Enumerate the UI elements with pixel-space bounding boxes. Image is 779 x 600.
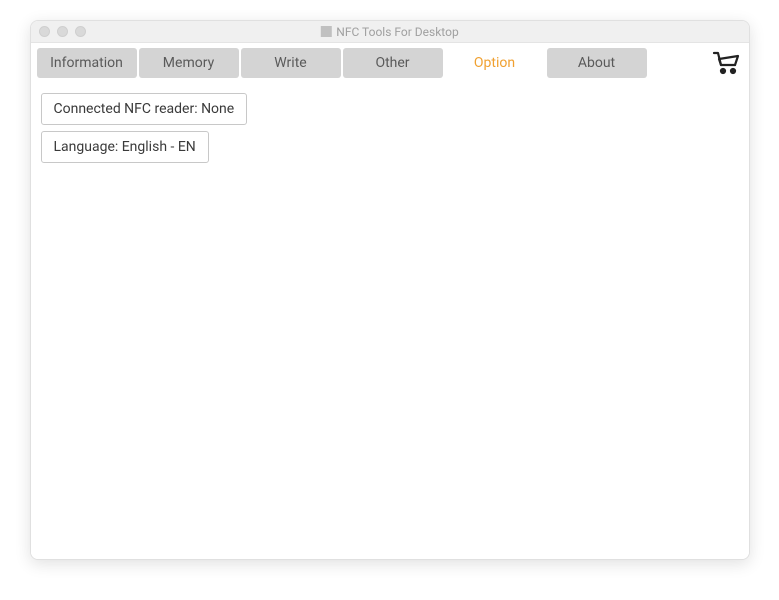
tab-option[interactable]: Option [445,48,545,78]
cart-icon [712,50,740,76]
cart-button[interactable] [709,48,743,78]
content-area: Connected NFC reader: None Language: Eng… [31,83,749,559]
tab-information[interactable]: Information [37,48,137,78]
window-controls [39,26,86,37]
tab-bar: Information Memory Write Other Option Ab… [31,43,749,83]
app-icon [320,26,331,37]
window-title: NFC Tools For Desktop [320,25,458,39]
nfc-reader-option-button[interactable]: Connected NFC reader: None [41,93,248,125]
language-option-button[interactable]: Language: English - EN [41,131,209,163]
tab-about[interactable]: About [547,48,647,78]
app-window: NFC Tools For Desktop Information Memory… [30,20,750,560]
minimize-window-button[interactable] [57,26,68,37]
tab-write[interactable]: Write [241,48,341,78]
window-title-text: NFC Tools For Desktop [336,25,458,39]
tab-other[interactable]: Other [343,48,443,78]
maximize-window-button[interactable] [75,26,86,37]
tab-memory[interactable]: Memory [139,48,239,78]
titlebar: NFC Tools For Desktop [31,21,749,43]
close-window-button[interactable] [39,26,50,37]
